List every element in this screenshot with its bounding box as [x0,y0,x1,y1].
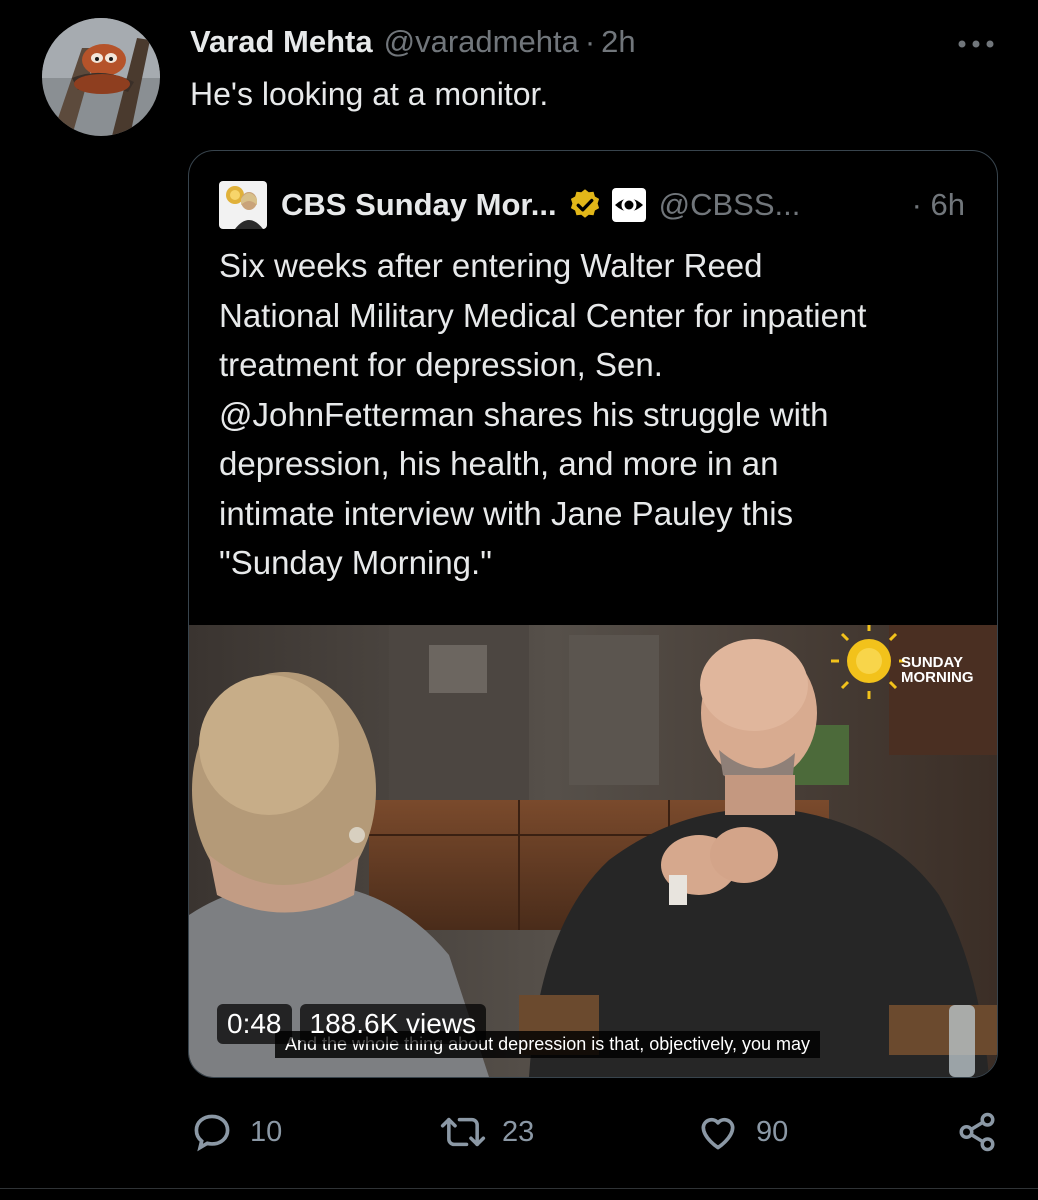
logo-line-2: MORNING [901,669,974,686]
video-player[interactable]: SUNDAY MORNING And the whole thing about… [189,625,997,1077]
author-name[interactable]: Varad Mehta [190,24,373,60]
retweet-icon [440,1117,486,1147]
heart-icon [701,1117,735,1150]
cbs-avatar-image [219,181,267,229]
reply-icon [194,1114,230,1152]
video-views: 188.6K views [299,1004,487,1044]
share-icon [959,1112,995,1152]
red-panda-avatar-image [42,18,160,136]
quoted-text-line: @JohnFetterman shares his struggle with [219,395,829,433]
quoted-text-line: Six weeks after entering Walter Reed [219,247,763,284]
quoted-text-line: National Military Medical Center for inp… [219,296,867,334]
quoted-text-line: treatment for depression, Sen. [219,346,663,383]
more-options-button[interactable] [954,28,998,60]
video-meta-overlay: 0:48 188.6K views [217,1001,487,1047]
retweet-button[interactable]: 23 [440,1108,534,1156]
tweet-action-bar: 10 23 90 [190,1108,1010,1156]
quoted-author-handle[interactable]: @CBSS... [659,187,801,223]
like-button[interactable]: 90 [696,1108,788,1156]
cbs-eye-badge-icon [611,187,647,223]
quoted-author-name[interactable]: CBS Sunday Mor... [281,187,557,223]
sunday-morning-logo-text: SUNDAY MORNING [901,655,974,685]
author-avatar[interactable] [42,18,160,136]
share-button[interactable] [956,1108,998,1156]
quoted-text-line: intimate interview with Jane Pauley this [219,494,794,532]
author-handle[interactable]: @varadmehta [384,24,579,60]
quoted-tweet-text: Six weeks after entering Walter Reed Nat… [219,241,979,588]
quoted-text-line: depression, his health, and more in an [219,445,779,482]
video-duration: 0:48 [217,1004,292,1044]
quoted-tweet-time[interactable]: · 6h [912,187,965,223]
quoted-tweet-card[interactable]: CBS Sunday Mor... @CBSS... · 6h Six week… [188,150,998,1078]
reply-count: 10 [250,1115,283,1148]
tweet-header: Varad Mehta @varadmehta · 2h [190,24,636,64]
retweet-count: 23 [502,1115,535,1148]
logo-line-1: SUNDAY [901,654,963,671]
quoted-tweet-header: CBS Sunday Mor... @CBSS... [219,181,800,229]
quoted-text-line: "Sunday Morning." [219,544,492,581]
more-horizontal-icon [958,40,994,48]
tweet-text: He's looking at a monitor. [190,76,549,112]
separator-dot: · [584,24,596,59]
divider [0,1188,1038,1189]
reply-button[interactable]: 10 [190,1108,282,1156]
verified-badge-icon [567,187,603,223]
like-count: 90 [756,1115,789,1148]
quoted-author-avatar[interactable] [219,181,267,229]
tweet-time[interactable]: 2h [601,24,635,60]
